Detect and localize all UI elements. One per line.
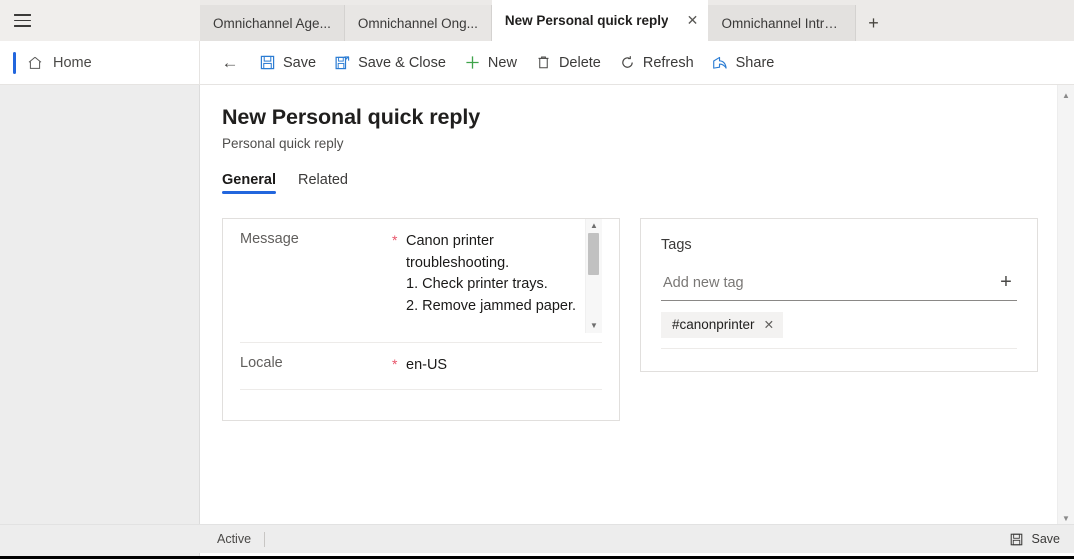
share-icon (712, 54, 729, 71)
browser-tab-0[interactable]: Omnichannel Age... (200, 5, 345, 41)
general-fields-card: Message * Canon printer troubleshooting.… (222, 217, 620, 421)
field-row-message: Message * Canon printer troubleshooting.… (223, 218, 619, 343)
hamburger-icon[interactable] (14, 14, 31, 27)
browser-tab-1[interactable]: Omnichannel Ong... (344, 5, 492, 41)
back-icon[interactable]: ← (214, 48, 246, 78)
browser-tab-label: Omnichannel Intra... (721, 15, 843, 31)
locale-required-indicator: * (392, 355, 398, 372)
locale-input[interactable]: en-US (406, 355, 602, 375)
message-value: Canon printer troubleshooting. 1. Check … (406, 232, 577, 315)
form-tab-list: General Related (222, 172, 1056, 194)
sidebar-item-home[interactable]: Home (26, 54, 92, 71)
form-card-row: Message * Canon printer troubleshooting.… (222, 217, 1056, 421)
remove-tag-icon[interactable]: ✕ (764, 317, 774, 332)
new-button[interactable]: New (455, 47, 526, 79)
message-input[interactable]: Canon printer troubleshooting. 1. Check … (406, 231, 602, 336)
home-icon (26, 54, 43, 71)
tab-related[interactable]: Related (298, 172, 348, 194)
save-button[interactable]: Save (250, 47, 325, 79)
tags-title: Tags (661, 236, 692, 253)
home-selected-indicator (13, 51, 16, 74)
message-required-indicator: * (392, 231, 398, 248)
save-and-close-label: Save & Close (358, 54, 446, 71)
browser-tab-label: Omnichannel Ong... (357, 15, 478, 31)
form-toolbar: ← Save Save & Close New Delete Refresh S… (200, 41, 783, 85)
save-label: Save (283, 54, 317, 71)
form-scroll-region: New Personal quick reply Personal quick … (201, 85, 1056, 530)
message-scrollbar-thumb[interactable] (588, 232, 599, 275)
field-row-locale: Locale * en-US (223, 343, 619, 391)
share-label: Share (735, 54, 775, 71)
save-and-close-button[interactable]: Save & Close (325, 47, 455, 79)
status-badge: Active (217, 532, 252, 546)
delete-button[interactable]: Delete (526, 47, 610, 79)
new-label: New (487, 54, 517, 71)
browser-tab-label: New Personal quick reply (504, 13, 669, 28)
home-label: Home (53, 54, 92, 71)
status-left-group: Active (217, 531, 266, 547)
message-scrollbar[interactable]: ▲ ▼ (585, 218, 602, 333)
tag-input-row: + (661, 271, 1017, 301)
status-divider (264, 531, 266, 547)
browser-tab-3[interactable]: Omnichannel Intra... (708, 5, 857, 41)
browser-tab-strip: Omnichannel Age... Omnichannel Ong... Ne… (0, 0, 1074, 41)
refresh-button[interactable]: Refresh (610, 47, 703, 79)
refresh-label: Refresh (642, 54, 694, 71)
locale-label: Locale (240, 354, 283, 371)
scroll-up-arrow-icon[interactable]: ▲ (1062, 89, 1070, 103)
status-bar: Active Save (201, 524, 1074, 553)
scroll-down-arrow-icon[interactable]: ▼ (590, 319, 598, 333)
tab-list: Omnichannel Age... Omnichannel Ong... Ne… (200, 0, 890, 41)
main-content: New Personal quick reply Personal quick … (201, 85, 1074, 556)
close-icon[interactable]: ✕ (684, 12, 700, 29)
hamburger-menu-zone (0, 0, 200, 41)
new-tab-icon[interactable]: + (856, 5, 890, 41)
save-icon (1008, 531, 1025, 548)
tag-chip-label: #canonprinter (672, 317, 755, 333)
status-save-label: Save (1031, 532, 1061, 546)
add-tag-plus-icon[interactable]: + (995, 271, 1017, 294)
command-bar: Home ← Save Save & Close New Delete Refr… (0, 40, 1074, 85)
delete-label: Delete (558, 54, 601, 71)
tag-chip[interactable]: #canonprinter ✕ (661, 311, 784, 338)
share-button[interactable]: Share (703, 47, 784, 79)
app-window: Omnichannel Age... Omnichannel Ong... Ne… (0, 0, 1074, 559)
add-new-tag-input[interactable] (661, 274, 995, 291)
tags-card: Tags + #canonprinter ✕ (640, 217, 1038, 372)
browser-tab-2-active[interactable]: New Personal quick reply ✕ (491, 0, 709, 41)
home-zone: Home (0, 40, 200, 85)
scroll-up-arrow-icon[interactable]: ▲ (590, 219, 598, 233)
page-scrollbar[interactable]: ▲ ▼ (1057, 85, 1074, 530)
status-bar-rail (0, 524, 201, 553)
status-save-button[interactable]: Save (1008, 531, 1061, 548)
refresh-icon (619, 54, 636, 71)
message-label: Message (240, 230, 299, 247)
save-icon (259, 54, 276, 71)
page-subtitle: Personal quick reply (222, 135, 344, 151)
tab-general[interactable]: General (222, 172, 276, 194)
trash-icon (535, 54, 552, 71)
save-and-close-icon (334, 54, 351, 71)
plus-icon (464, 54, 481, 71)
tag-list: #canonprinter ✕ (661, 311, 1017, 349)
page-title: New Personal quick reply (222, 105, 481, 129)
browser-tab-label: Omnichannel Age... (213, 15, 331, 31)
left-navigation-rail (0, 85, 200, 556)
